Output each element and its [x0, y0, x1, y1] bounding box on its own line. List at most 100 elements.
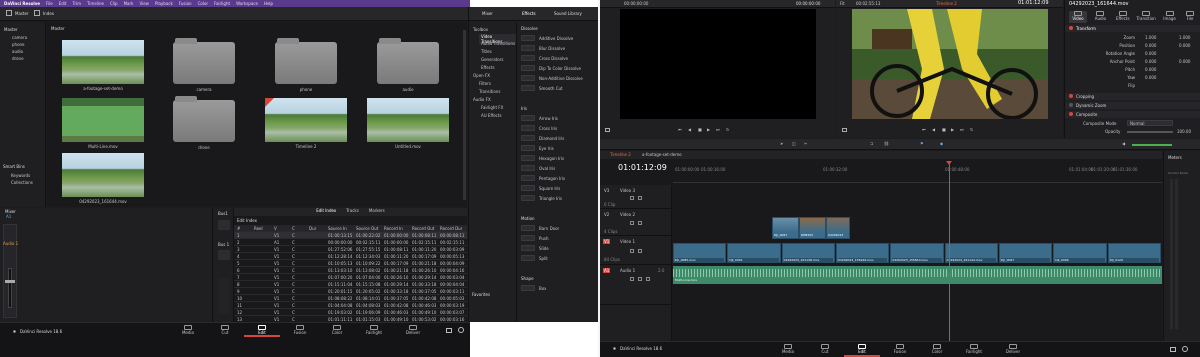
tree-titles[interactable]: Titles [481, 49, 492, 54]
media-item-camera[interactable]: camera [173, 38, 235, 92]
jump-end-icon[interactable]: ⏭ [960, 127, 964, 132]
volume-icon[interactable]: ◀ [1122, 141, 1125, 146]
page-edit[interactable]: Edit [844, 342, 880, 357]
bin-audio[interactable]: audio [12, 49, 23, 54]
v1-clip[interactable]: DJI_0097 [999, 243, 1053, 263]
mixer-label[interactable]: Mixer [482, 11, 493, 16]
jump-start-icon[interactable]: ⏮ [922, 127, 926, 132]
effect-item[interactable]: Slide [521, 244, 599, 252]
media-item-audio[interactable]: audio [377, 38, 439, 92]
lock-icon[interactable] [630, 249, 634, 253]
menu-fusion[interactable]: Fusion [179, 1, 192, 6]
lock-icon[interactable] [630, 196, 634, 200]
page-color[interactable]: Color [327, 325, 347, 335]
media-item-multi-line[interactable]: Multi-Line.mov [62, 98, 144, 150]
effect-item[interactable]: Dip To Color Dissolve [521, 64, 599, 72]
play-reverse-icon[interactable]: ◀ [932, 127, 935, 132]
table-row[interactable]: 3 V1 C 01:27:52:06 01:27:55:15 01:00:08:11 01:… [234, 246, 467, 253]
media-pool-button[interactable]: Master [6, 10, 29, 16]
page-fusion[interactable]: Fusion [290, 325, 310, 335]
param-x-value[interactable]: 0.000 [1145, 67, 1156, 72]
sound-library-label[interactable]: Sound Library [554, 11, 582, 16]
v2-clip[interactable]: DJI_0097 [772, 217, 799, 239]
transform-section[interactable]: Transform [1065, 25, 1200, 32]
param-x-value[interactable]: 0.000 [1145, 75, 1156, 80]
tab-audio[interactable]: Audio [1091, 11, 1109, 23]
home-icon[interactable] [446, 328, 452, 333]
trim-tool-icon[interactable]: ◫ [792, 141, 796, 146]
effect-item[interactable]: Non-Additive Dissolve [521, 74, 599, 82]
page-fairlight[interactable]: Fairlight [362, 325, 386, 335]
v2-clip-group[interactable]: DJI_0097 DPB303 04292023 [772, 217, 850, 239]
effect-item[interactable]: Push [521, 234, 599, 242]
v1-clip[interactable]: DJI_0129 [1107, 243, 1161, 263]
param-x-value[interactable]: 0.000 [1145, 43, 1156, 48]
page-edit[interactable]: Edit [244, 323, 280, 337]
effects-label[interactable]: Effects [522, 11, 536, 16]
table-row[interactable]: 11 V1 C 01:04:04:08 01:04:08:03 01:00:42:08 01… [234, 302, 467, 309]
timeline-tab-active[interactable]: Timeline 2 [610, 152, 631, 157]
param-x-value[interactable]: 0.000 [1145, 59, 1156, 64]
favorites-header[interactable]: Favorites [472, 292, 490, 297]
tree-open-fx[interactable]: Open FX [473, 73, 490, 78]
page-cut[interactable]: Cut [815, 344, 835, 354]
tab-effects[interactable]: Effects [1114, 11, 1132, 23]
settings-icon[interactable] [1182, 346, 1188, 352]
bin-master[interactable]: Master [4, 27, 18, 32]
param-y-value[interactable]: 0.000 [1179, 59, 1190, 64]
timeline-tab-footage[interactable]: a-footage-set-demo [642, 152, 682, 157]
menu-timeline[interactable]: Timeline [87, 1, 104, 6]
menu-clip[interactable]: Clip [110, 1, 118, 6]
table-row[interactable]: 7 V1 C 01:07:00:20 01:07:04:00 01:00:26:10 01:… [234, 274, 467, 281]
effect-item[interactable]: Pentagon Iris [521, 174, 599, 182]
param-y-value[interactable]: 0.000 [1179, 43, 1190, 48]
opacity-slider[interactable] [1127, 131, 1173, 133]
table-row[interactable]: 5 V1 C 01:10:05:13 01:10:09:22 01:00:17:09 01:… [234, 260, 467, 267]
mute-icon[interactable] [646, 277, 650, 281]
col-c[interactable]: C [292, 226, 295, 231]
table-row[interactable]: 9 V1 C 01:20:01:15 01:20:05:02 01:00:33:18 01:… [234, 288, 467, 295]
media-item-footage-demo[interactable]: a-footage-set-demo [62, 40, 144, 92]
page-cut[interactable]: Cut [215, 325, 235, 335]
tab-edit-index[interactable]: Edit Index [316, 208, 336, 216]
fader-handle[interactable] [5, 280, 15, 283]
jump-start-icon[interactable]: ⏮ [678, 127, 682, 132]
link-icon[interactable]: ⛓ [884, 141, 889, 146]
eye-icon[interactable] [638, 196, 642, 200]
tab-file[interactable]: File [1183, 11, 1197, 23]
effect-item[interactable]: Hexagon Iris [521, 154, 599, 162]
effect-item[interactable]: Cross Iris [521, 124, 599, 132]
effect-item[interactable]: Square Iris [521, 184, 599, 192]
table-row[interactable]: 1 V1 C 01:00:13:15 01:00:22:02 01:00:00:00 01:… [234, 232, 467, 239]
bin-drone[interactable]: drone [12, 56, 24, 61]
tree-toolbox[interactable]: Toolbox [473, 27, 488, 32]
home-icon[interactable] [1170, 347, 1176, 352]
page-media[interactable]: Media [178, 325, 198, 335]
volume-fader[interactable] [8, 268, 12, 308]
v1-clip[interactable]: DJI_0099 [1053, 243, 1107, 263]
page-media[interactable]: Media [778, 344, 798, 354]
col-record-dur[interactable]: Record Dur [440, 226, 462, 231]
page-fusion[interactable]: Fusion [890, 344, 910, 354]
effect-item[interactable]: Split [521, 254, 599, 262]
loop-icon[interactable]: ↻ [970, 127, 973, 132]
page-color[interactable]: Color [927, 344, 947, 354]
tree-au-effects[interactable]: AU Effects [481, 113, 502, 118]
cropping-section[interactable]: Cropping [1065, 93, 1200, 100]
composite-mode-select[interactable]: Normal [1127, 120, 1173, 126]
effect-item[interactable]: Oval Iris [521, 164, 599, 172]
table-row[interactable]: 6 V1 C 01:13:03:10 01:13:08:02 01:00:21:18 01:… [234, 267, 467, 274]
col-num[interactable]: # [237, 226, 240, 231]
eye-icon[interactable] [638, 249, 642, 253]
lock-icon[interactable] [630, 277, 634, 281]
menu-color[interactable]: Color [198, 1, 208, 6]
param-y-value[interactable]: 1.000 [1179, 35, 1190, 40]
v1-clip[interactable]: 04292023_161148.mov [781, 243, 835, 263]
bin-camera[interactable]: camera [12, 35, 27, 40]
source-clip-icon[interactable] [605, 128, 610, 132]
playhead-handle[interactable] [946, 161, 952, 165]
media-item-04292023[interactable]: 04292023_161644.mov [62, 153, 144, 205]
audio-clip[interactable]: Multi-Line.mov [673, 266, 1162, 284]
jump-end-icon[interactable]: ⏭ [716, 127, 720, 132]
volume-slider[interactable] [1132, 144, 1172, 146]
